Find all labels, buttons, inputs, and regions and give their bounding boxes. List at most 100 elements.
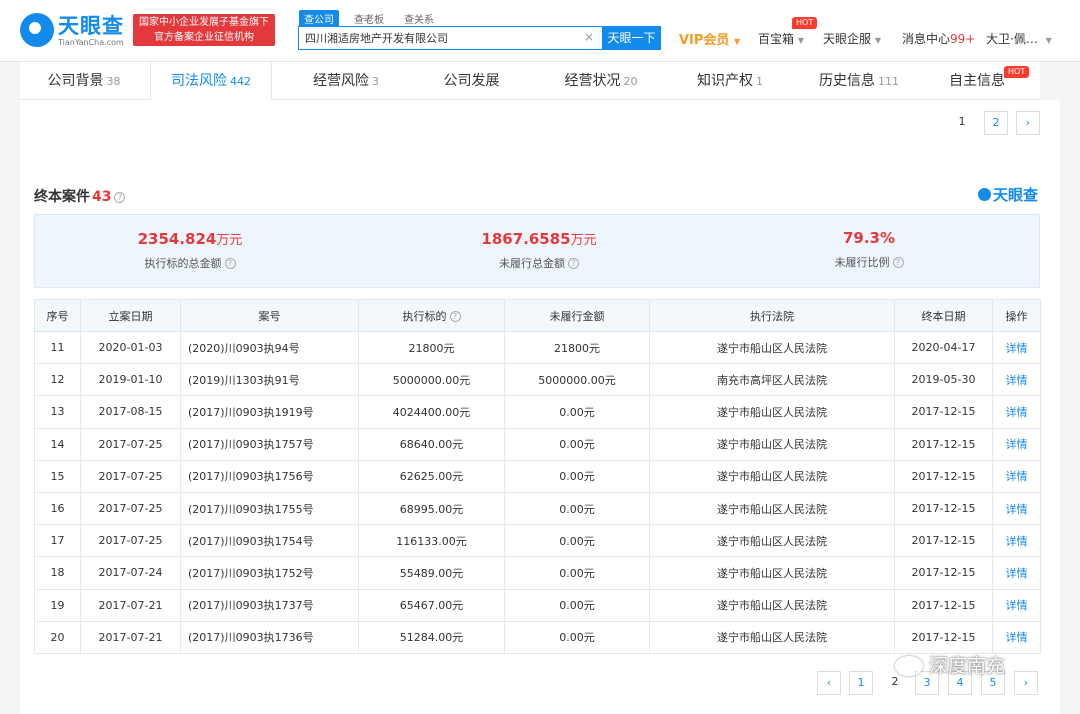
user-menu[interactable]: 大卫·佩… ▼ [986, 30, 1052, 47]
next-page-icon[interactable]: › [1014, 671, 1038, 695]
tab-history-info[interactable]: 历史信息 111 [794, 62, 924, 100]
cell-final-date: 2017-12-15 [894, 491, 993, 526]
main-panel: 1 2 › 终本案件 43? 天眼查 2354.824万元 执行标的总金额? 18… [20, 100, 1060, 714]
cell-execution-target: 65467.00元 [358, 588, 505, 622]
cell-case-number: (2020)川0903执94号 [180, 330, 359, 365]
cell-index: 18 [34, 556, 81, 590]
tab-hot-badge: HOT [1004, 66, 1030, 78]
prev-page-icon[interactable]: ‹ [817, 671, 841, 695]
brand-logo-icon [977, 188, 991, 201]
next-page-icon[interactable]: › [1016, 111, 1040, 135]
details-link[interactable]: 详情 [992, 330, 1041, 365]
cell-court: 遂宁市船山区人民法院 [649, 588, 895, 622]
table-row: 16 2017-07-25 (2017)川0903执1755号 68995.00元 0.… [34, 491, 1041, 526]
help-icon[interactable]: ? [224, 258, 236, 269]
details-link[interactable]: 详情 [992, 491, 1041, 526]
table-row: 12 2019-01-10 (2019)川1303执91号 5000000.00元 50… [34, 363, 1041, 397]
cell-execution-target: 68995.00元 [358, 491, 505, 526]
message-center[interactable]: 消息中心99+ [902, 30, 975, 47]
tab-company-background[interactable]: 公司背景 38 [20, 62, 148, 100]
details-link[interactable]: 详情 [992, 556, 1041, 590]
table-row: 15 2017-07-25 (2017)川0903执1756号 62625.00元 0.… [34, 459, 1041, 493]
search-input[interactable] [299, 27, 569, 49]
cell-unfulfilled-amount: 5000000.00元 [504, 363, 650, 397]
summary-box: 2354.824万元 执行标的总金额? 1867.6585万元 未履行总金额? … [34, 214, 1040, 288]
help-icon[interactable]: ? [449, 310, 461, 322]
vip-menu[interactable]: VIP会员 ▼ [679, 29, 740, 48]
cell-filing-date: 2017-07-25 [80, 491, 181, 526]
chevron-down-icon: ▼ [733, 37, 741, 46]
logo-name[interactable]: 天眼查 [58, 10, 124, 40]
summary-label: 未履行总金额 [499, 257, 565, 270]
search-box: × [298, 26, 603, 50]
wechat-icon [895, 656, 923, 676]
details-link[interactable]: 详情 [992, 620, 1041, 654]
cell-index: 13 [34, 395, 81, 429]
cell-index: 14 [34, 427, 81, 461]
cell-court: 遂宁市船山区人民法院 [649, 427, 895, 461]
brand-logo-text: 天眼查 [992, 186, 1038, 204]
cell-final-date: 2017-12-15 [894, 588, 993, 622]
page-1[interactable]: 1 [950, 111, 974, 135]
details-link[interactable]: 详情 [992, 588, 1041, 622]
cell-filing-date: 2019-01-10 [80, 363, 181, 397]
search-tab-relation[interactable]: 查关系 [399, 10, 439, 27]
tab-business-status[interactable]: 经营状况 20 [536, 62, 666, 100]
cell-filing-date: 2017-07-25 [80, 459, 181, 493]
cell-final-date: 2017-12-15 [894, 395, 993, 429]
tianyancha-logo-icon[interactable] [20, 13, 54, 47]
cell-court: 南充市高坪区人民法院 [649, 363, 895, 397]
cell-case-number: (2017)川0903执1737号 [180, 588, 359, 622]
clear-icon[interactable]: × [584, 30, 594, 44]
help-icon[interactable]: ? [114, 192, 126, 203]
official-badge: 国家中小企业发展子基金旗下 官方备案企业征信机构 [133, 14, 275, 46]
table-row: 19 2017-07-21 (2017)川0903执1737号 65467.00元 0.… [34, 588, 1041, 622]
details-link[interactable]: 详情 [992, 363, 1041, 397]
table-row: 18 2017-07-24 (2017)川0903执1752号 55489.00元 0.… [34, 556, 1041, 590]
page-1[interactable]: 1 [849, 671, 873, 695]
tab-operation-risk[interactable]: 经营风险 3 [282, 62, 410, 100]
cell-case-number: (2019)川1303执91号 [180, 363, 359, 397]
cell-unfulfilled-amount: 0.00元 [504, 588, 650, 622]
col-filing-date: 立案日期 [80, 299, 181, 332]
table-row: 14 2017-07-25 (2017)川0903执1757号 68640.00元 0.… [34, 427, 1041, 461]
chevron-down-icon: ▼ [1045, 36, 1052, 45]
qifu-menu[interactable]: 天眼企服 ▼ [823, 30, 881, 47]
summary-unit: 万元 [570, 233, 597, 248]
cell-case-number: (2017)川0903执1754号 [180, 524, 359, 558]
cell-case-number: (2017)川0903执1755号 [180, 491, 359, 526]
tab-intellectual-property[interactable]: 知识产权 1 [666, 62, 794, 100]
cell-court: 遂宁市船山区人民法院 [649, 459, 895, 493]
baibaoxiang-menu[interactable]: 百宝箱 ▼ [758, 30, 804, 47]
help-icon[interactable]: ? [568, 258, 579, 269]
details-link[interactable]: 详情 [992, 427, 1041, 461]
search-tab-company[interactable]: 查公司 [299, 10, 339, 27]
summary-unfulfilled-amount: 1867.6585万元 未履行总金额? [389, 229, 689, 271]
page-2[interactable]: 2 [984, 111, 1008, 135]
cell-execution-target: 4024400.00元 [358, 395, 505, 429]
details-link[interactable]: 详情 [992, 459, 1041, 493]
search-button[interactable]: 天眼一下 [602, 26, 661, 50]
table-row: 20 2017-07-21 (2017)川0903执1736号 51284.00元 0.… [34, 620, 1041, 654]
details-link[interactable]: 详情 [992, 524, 1041, 558]
col-unfulfilled-amount: 未履行金额 [504, 299, 650, 332]
logo-subtitle: TianYanCha.com [58, 38, 124, 47]
search-tab-boss[interactable]: 查老板 [349, 10, 389, 27]
tab-company-development[interactable]: 公司发展 [410, 62, 536, 100]
col-court: 执行法院 [649, 299, 895, 332]
cell-execution-target: 116133.00元 [358, 524, 505, 558]
table-row: 13 2017-08-15 (2017)川0903执1919号 4024400.00元… [34, 395, 1041, 429]
summary-label: 未履行比例 [834, 256, 890, 269]
vip-label: VIP会员 [679, 33, 730, 48]
summary-value: 2354.824 [137, 230, 217, 248]
cell-unfulfilled-amount: 0.00元 [504, 491, 650, 526]
baibaoxiang-label: 百宝箱 [758, 32, 795, 46]
cell-unfulfilled-amount: 0.00元 [504, 459, 650, 493]
tab-judicial-risk[interactable]: 司法风险 442 [150, 62, 272, 100]
cell-case-number: (2017)川0903执1736号 [180, 620, 359, 654]
help-icon[interactable]: ? [892, 257, 904, 268]
details-link[interactable]: 详情 [992, 395, 1041, 429]
cell-unfulfilled-amount: 0.00元 [504, 427, 650, 461]
cell-case-number: (2017)川0903执1756号 [180, 459, 359, 493]
table-row: 11 2020-01-03 (2020)川0903执94号 21800元 21800元遂… [34, 330, 1041, 365]
